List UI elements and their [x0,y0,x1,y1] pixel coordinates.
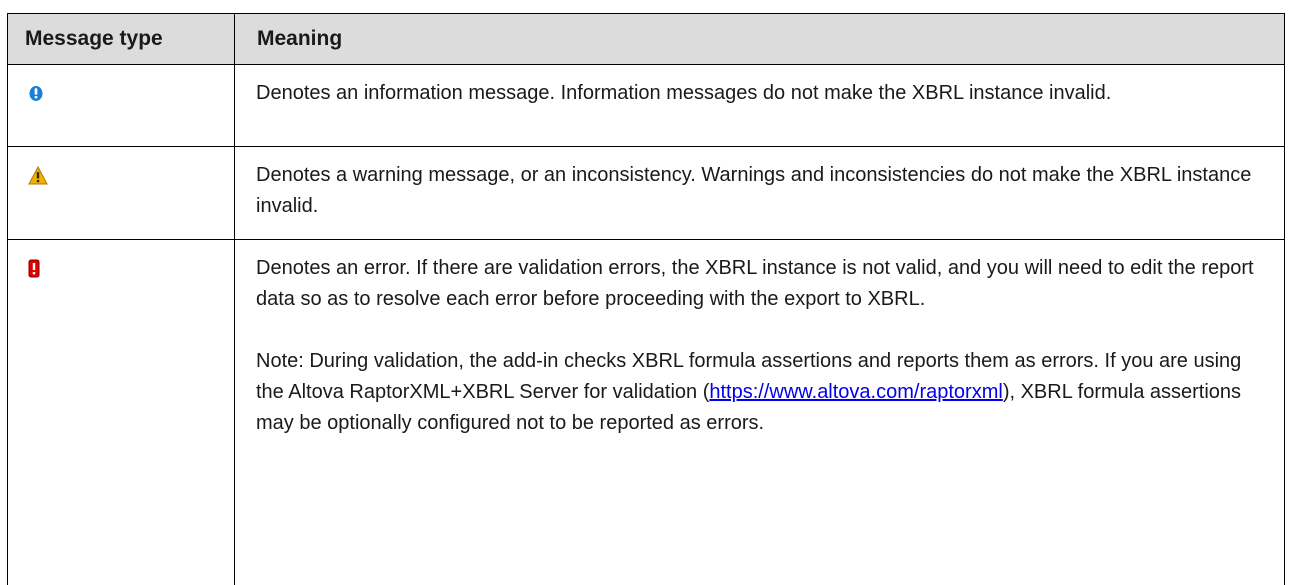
header-meaning: Meaning [234,13,1285,65]
meaning-text: Denotes an information message. Informat… [256,82,1112,104]
error-icon [28,259,40,283]
meaning-text: Denotes an error. If there are validatio… [256,257,1254,310]
meaning-cell: Denotes a warning message, or an inconsi… [234,146,1285,240]
header-row: Message type Meaning [7,13,1285,65]
table-row: Denotes an information message. Informat… [7,64,1285,147]
info-icon [28,84,44,108]
meaning-cell: Denotes an information message. Informat… [234,64,1285,147]
raptorxml-link[interactable]: https://www.altova.com/raptorxml [709,381,1002,403]
header-message-type: Message type [7,13,235,65]
message-type-cell [7,64,235,147]
table-row: Denotes a warning message, or an inconsi… [7,146,1285,240]
table-row: Denotes an error. If there are validatio… [7,239,1285,585]
note-text: Note: During validation, the add-in chec… [256,346,1264,439]
message-types-table: Message type Meaning Denotes an informat… [7,13,1285,585]
meaning-text: Denotes a warning message, or an inconsi… [256,164,1252,217]
meaning-cell: Denotes an error. If there are validatio… [234,239,1285,585]
message-type-cell [7,239,235,585]
warning-icon [28,165,48,190]
message-type-cell [7,146,235,240]
